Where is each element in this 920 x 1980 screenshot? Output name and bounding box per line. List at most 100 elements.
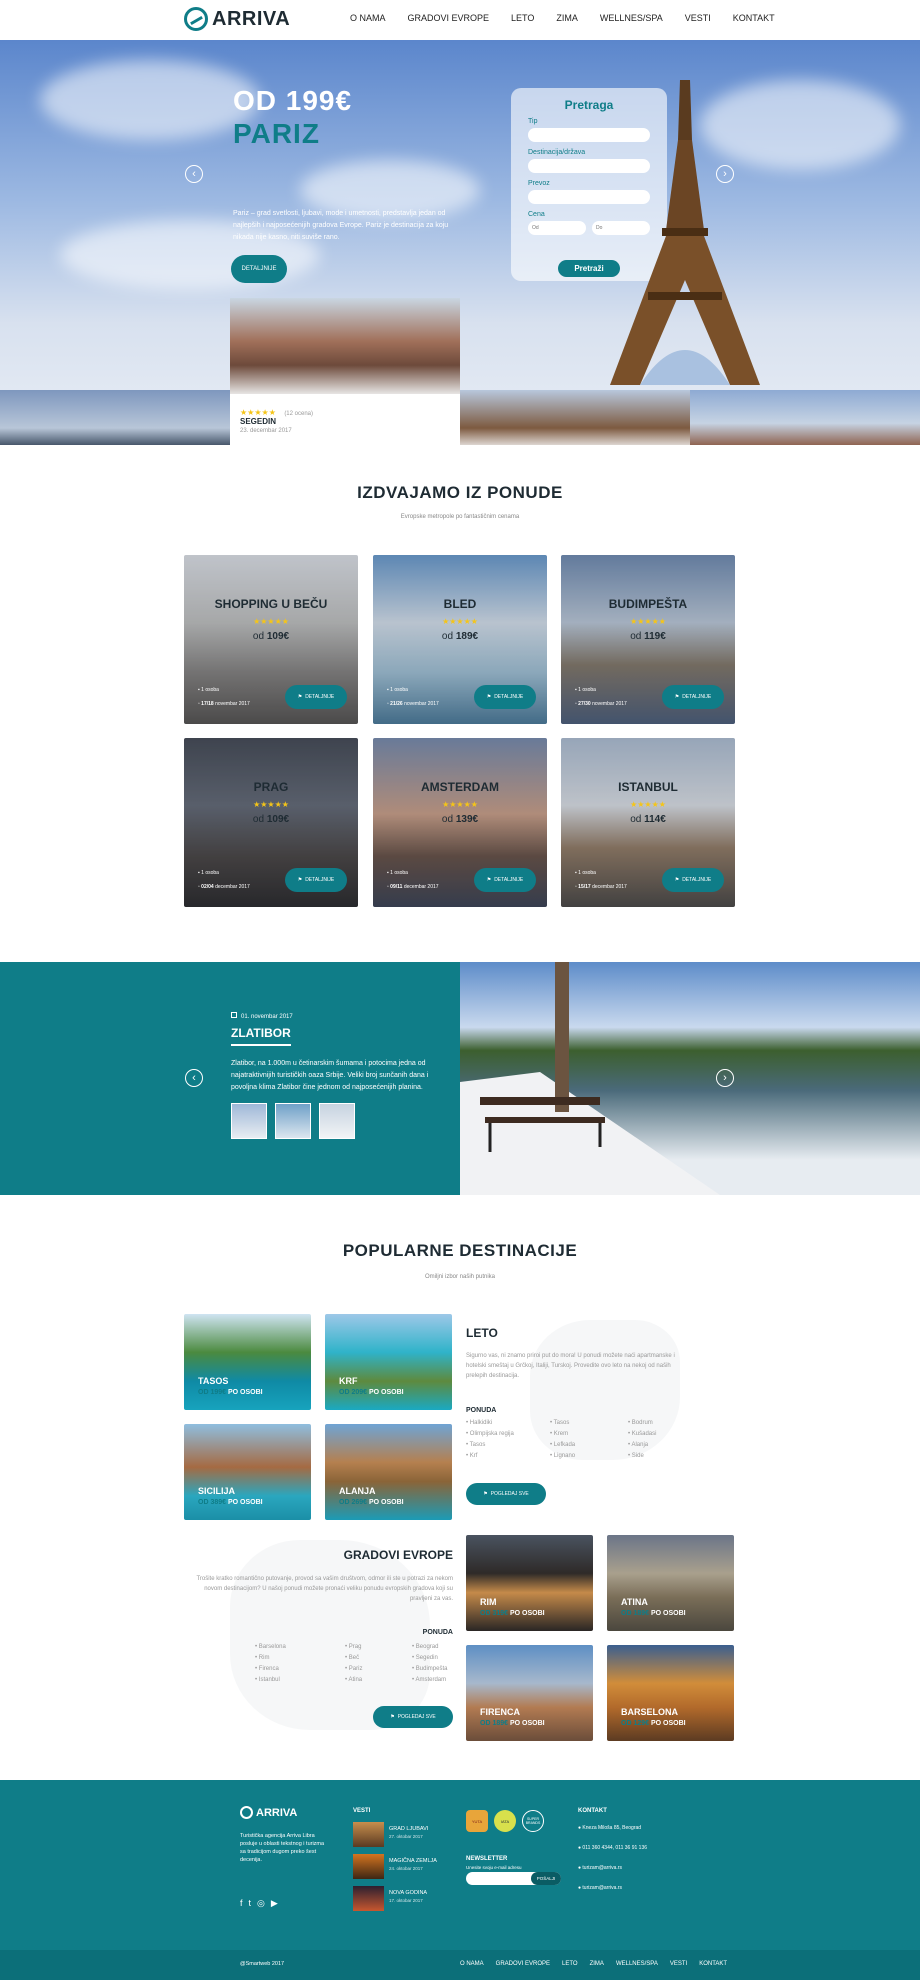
date-days: 21/26 bbox=[390, 701, 403, 707]
offer-details-button[interactable]: ⚑ DETALJNIJE bbox=[662, 868, 724, 892]
summer-view-all-button[interactable]: ⚑ POGLEDAJ SVE bbox=[466, 1483, 546, 1505]
destination-card-sicilija[interactable]: SICILIJA OD 389€ PO OSOBI bbox=[184, 1424, 311, 1520]
london-photo[interactable] bbox=[0, 390, 230, 445]
offer-card-1[interactable]: BLED ★★★★★ od 189€ ▪ 1 osoba ▫ 21/26 novemba… bbox=[373, 555, 547, 724]
flag-icon: ⚑ bbox=[674, 877, 680, 883]
destination-card-atina[interactable]: ATINA OD 189€ PO OSOBI bbox=[607, 1535, 734, 1631]
contact-web[interactable]: ● turizam@arriva.rs bbox=[578, 1885, 622, 1891]
list-item[interactable]: • Beč bbox=[345, 1653, 362, 1664]
instagram-icon[interactable]: ◎ bbox=[257, 1898, 265, 1909]
footer-logo[interactable]: ARRIVA bbox=[240, 1806, 297, 1819]
list-item[interactable]: • Tasos bbox=[550, 1418, 575, 1429]
zlatibor-title: ZLATIBOR bbox=[231, 1026, 291, 1046]
calendar-icon: ▫ bbox=[198, 701, 200, 707]
list-item[interactable]: • Segedin bbox=[412, 1653, 447, 1664]
footer-nav-gradovi-evrope[interactable]: GRADOVI EVROPE bbox=[496, 1961, 550, 1967]
offer-details-button[interactable]: ⚑ DETALJNIJE bbox=[662, 685, 724, 709]
newsletter-submit-button[interactable]: POŠALJI bbox=[531, 1872, 561, 1885]
per-person-label: PO OSOBI bbox=[227, 1389, 263, 1396]
list-item[interactable]: • Atina bbox=[345, 1675, 362, 1686]
list-item[interactable]: • Alanja bbox=[628, 1440, 656, 1451]
price-from-input[interactable] bbox=[528, 221, 586, 235]
list-item[interactable]: • Bodrum bbox=[628, 1418, 656, 1429]
footer-nav-leto[interactable]: LETO bbox=[562, 1961, 578, 1967]
nav-zima[interactable]: ZIMA bbox=[556, 13, 578, 23]
person-icon: ▪ bbox=[387, 870, 389, 876]
list-item[interactable]: • Tasos bbox=[466, 1440, 514, 1451]
list-item[interactable]: • Rim bbox=[255, 1653, 286, 1664]
offer-name: PRAG bbox=[253, 780, 289, 794]
list-item[interactable]: • Prag bbox=[345, 1642, 362, 1653]
offer-details-button[interactable]: ⚑ DETALJNIJE bbox=[285, 868, 347, 892]
list-item[interactable]: • Olimpijska regija bbox=[466, 1429, 514, 1440]
zlatibor-thumb[interactable] bbox=[275, 1103, 311, 1139]
graz-photo[interactable] bbox=[460, 390, 690, 445]
price-label: Cena bbox=[528, 211, 545, 218]
list-item[interactable]: • Kušadasi bbox=[628, 1429, 656, 1440]
europe-view-all-button[interactable]: ⚑ POGLEDAJ SVE bbox=[373, 1706, 453, 1728]
flag-icon: ⚑ bbox=[483, 1491, 488, 1497]
offer-details-button[interactable]: ⚑ DETALJNIJE bbox=[285, 685, 347, 709]
type-label: Tip bbox=[528, 118, 538, 125]
price-value: OD 389€ bbox=[198, 1499, 227, 1506]
zlatibor-thumb[interactable] bbox=[231, 1103, 267, 1139]
site-logo[interactable]: ARRIVA bbox=[184, 7, 290, 31]
offer-card-5[interactable]: ISTANBUL ★★★★★ od 114€ ▪ 1 osoba ▫ 15/17 dec… bbox=[561, 738, 735, 907]
offer-card-0[interactable]: SHOPPING U BEČU ★★★★★ od 109€ ▪ 1 osoba ▫ 17… bbox=[184, 555, 358, 724]
list-item[interactable]: • Amsterdam bbox=[412, 1675, 447, 1686]
nav-o-nama[interactable]: O NAMA bbox=[350, 13, 386, 23]
star-icon: ★★★★★ bbox=[630, 800, 666, 809]
pecs-photo[interactable] bbox=[690, 390, 920, 445]
globe-icon: ● bbox=[578, 1885, 582, 1891]
twitter-icon[interactable]: t bbox=[249, 1898, 252, 1909]
list-item[interactable]: • Beograd bbox=[412, 1642, 447, 1653]
list-item[interactable]: • Lefkada bbox=[550, 1440, 575, 1451]
youtube-icon[interactable]: ▶ bbox=[271, 1898, 278, 1909]
offer-details-button[interactable]: ⚑ DETALJNIJE bbox=[474, 685, 536, 709]
footer-nav-wellnes-spa[interactable]: WELLNES/SPA bbox=[616, 1961, 658, 1967]
list-item[interactable]: • Halkidiki bbox=[466, 1418, 514, 1429]
nav-kontakt[interactable]: KONTAKT bbox=[733, 13, 775, 23]
list-item[interactable]: • Krem bbox=[550, 1429, 575, 1440]
contact-email[interactable]: ● turizam@arriva.rs bbox=[578, 1865, 622, 1871]
offer-card-3[interactable]: PRAG ★★★★★ od 109€ ▪ 1 osoba ▫ 02/04 decemba… bbox=[184, 738, 358, 907]
list-item[interactable]: • Istanbul bbox=[255, 1675, 286, 1686]
destination-card-firenca[interactable]: FIRENCA OD 189€ PO OSOBI bbox=[466, 1645, 593, 1741]
footer-nav-kontakt[interactable]: KONTAKT bbox=[699, 1961, 727, 1967]
nav-wellnes-spa[interactable]: WELLNES/SPA bbox=[600, 13, 663, 23]
nav-gradovi-evrope[interactable]: GRADOVI EVROPE bbox=[408, 13, 490, 23]
price-prefix: od bbox=[441, 814, 454, 825]
offer-name: ISTANBUL bbox=[618, 780, 678, 794]
nav-vesti[interactable]: VESTI bbox=[685, 13, 711, 23]
nav-leto[interactable]: LETO bbox=[511, 13, 534, 23]
calendar-icon: ▫ bbox=[575, 701, 577, 707]
footer-nav-zima[interactable]: ZIMA bbox=[590, 1961, 604, 1967]
list-item[interactable]: • Pariz bbox=[345, 1664, 362, 1675]
list-item[interactable]: • Barselona bbox=[255, 1642, 286, 1653]
facebook-icon[interactable]: f bbox=[240, 1898, 243, 1909]
featured-destination-card[interactable]: ★★★★★ (12 ocena) SEGEDIN 23. decembar 20… bbox=[230, 298, 460, 445]
list-item[interactable]: • Budimpešta bbox=[412, 1664, 447, 1675]
list-item[interactable]: • Firenca bbox=[255, 1664, 286, 1675]
flag-icon: ⚑ bbox=[486, 877, 492, 883]
destination-card-alanja[interactable]: ALANJA OD 269€ PO OSOBI bbox=[325, 1424, 452, 1520]
footer-nav-vesti[interactable]: VESTI bbox=[670, 1961, 687, 1967]
calendar-icon: ▫ bbox=[387, 701, 389, 707]
person-icon: ▪ bbox=[387, 687, 389, 693]
hero-prev-arrow-icon[interactable]: ‹ bbox=[185, 165, 203, 183]
list-item[interactable]: • Krf bbox=[466, 1451, 514, 1462]
destination-card-barselona[interactable]: BARSELONA OD 129€ PO OSOBI bbox=[607, 1645, 734, 1741]
zlatibor-prev-arrow-icon[interactable]: ‹ bbox=[185, 1069, 203, 1087]
zlatibor-thumb[interactable] bbox=[319, 1103, 355, 1139]
news-title: MAGIČNA ZEMLJA bbox=[389, 1858, 437, 1864]
offer-details-button[interactable]: ⚑ DETALJNIJE bbox=[474, 868, 536, 892]
hero-details-button[interactable]: DETALJNIJE bbox=[231, 255, 287, 283]
destination-card-rim[interactable]: RIM OD 319€ PO OSOBI bbox=[466, 1535, 593, 1631]
footer-nav-o-nama[interactable]: O NAMA bbox=[460, 1961, 484, 1967]
list-item[interactable]: • Lignano bbox=[550, 1451, 575, 1462]
offer-card-2[interactable]: BUDIMPEŠTA ★★★★★ od 119€ ▪ 1 osoba ▫ 27/30 n… bbox=[561, 555, 735, 724]
destination-card-krf[interactable]: KRF OD 209€ PO OSOBI bbox=[325, 1314, 452, 1410]
offer-card-4[interactable]: AMSTERDAM ★★★★★ od 139€ ▪ 1 osoba ▫ 09/11 de… bbox=[373, 738, 547, 907]
list-item[interactable]: • Side bbox=[628, 1451, 656, 1462]
destination-card-tasos[interactable]: TASOS OD 199€ PO OSOBI bbox=[184, 1314, 311, 1410]
